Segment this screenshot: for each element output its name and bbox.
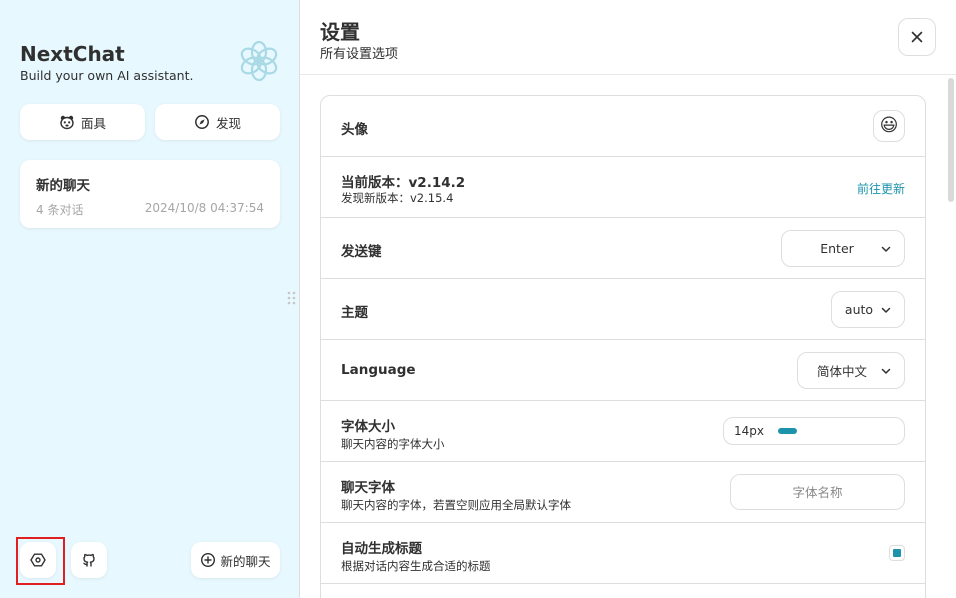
language-select[interactable]: 简体中文 xyxy=(797,352,905,389)
avatar-button[interactable]: 😃 xyxy=(873,110,905,142)
auto-title-sub: 根据对话内容生成合适的标题 xyxy=(341,559,491,573)
chevron-down-icon xyxy=(880,365,892,377)
close-button[interactable] xyxy=(898,18,936,56)
language-label: Language xyxy=(341,362,416,378)
new-chat-button-label: 新的聊天 xyxy=(220,553,271,569)
app-subtitle: Build your own AI assistant. xyxy=(20,68,194,83)
version-label: 当前版本：v2.14.2 xyxy=(341,175,466,191)
setting-row-font-family: 聊天字体 聊天内容的字体，若置空则应用全局默认字体 xyxy=(321,462,925,523)
avatar-emoji: 😃 xyxy=(879,115,899,136)
font-family-input[interactable] xyxy=(730,474,905,510)
theme-value: auto xyxy=(844,302,874,317)
setting-row-theme: 主题 auto xyxy=(321,279,925,340)
setting-row-auto-title: 自动生成标题 根据对话内容生成合适的标题 xyxy=(321,523,925,584)
settings-button[interactable] xyxy=(20,542,56,578)
theme-select[interactable]: auto xyxy=(831,291,905,328)
font-family-label: 聊天字体 xyxy=(341,480,395,496)
settings-icon xyxy=(30,552,46,568)
settings-panel: 设置 所有设置选项 头像 😃 当前版本：v2.14.2 发现新版本：v2.15.… xyxy=(300,0,956,598)
font-size-slider[interactable]: 14px xyxy=(723,417,905,445)
mask-icon xyxy=(59,114,75,130)
chat-item-date: 2024/10/8 04:37:54 xyxy=(144,201,264,215)
auto-title-checkbox[interactable] xyxy=(889,545,905,561)
settings-list: 头像 😃 当前版本：v2.14.2 发现新版本：v2.15.4 前往更新 发送键… xyxy=(320,95,926,598)
checkbox-checked-mark xyxy=(893,549,901,557)
setting-row-font-size: 字体大小 聊天内容的字体大小 14px xyxy=(321,401,925,462)
page-subtitle: 所有设置选项 xyxy=(320,47,399,62)
chat-list-item[interactable]: 新的聊天 4 条对话 2024/10/8 04:37:54 xyxy=(20,160,280,228)
discover-icon xyxy=(194,114,210,130)
setting-row-version: 当前版本：v2.14.2 发现新版本：v2.15.4 前往更新 xyxy=(321,157,925,218)
new-chat-button[interactable]: 新的聊天 xyxy=(191,542,280,578)
close-icon xyxy=(909,29,925,45)
scrollbar[interactable] xyxy=(948,78,954,202)
github-icon xyxy=(81,552,97,568)
mask-button[interactable]: 面具 xyxy=(20,104,145,140)
page-title: 设置 xyxy=(320,20,360,44)
discover-button-label: 发现 xyxy=(215,115,241,131)
setting-row-language: Language 简体中文 xyxy=(321,340,925,401)
sidebar: NextChat Build your own AI assistant. 面具… xyxy=(0,0,300,598)
font-family-sub: 聊天内容的字体，若置空则应用全局默认字体 xyxy=(341,498,571,512)
mask-button-label: 面具 xyxy=(80,115,106,131)
send-key-label: 发送键 xyxy=(341,244,382,260)
chat-item-title: 新的聊天 xyxy=(36,178,90,194)
font-size-sub: 聊天内容的字体大小 xyxy=(341,437,445,451)
font-size-track[interactable] xyxy=(778,428,798,434)
github-button[interactable] xyxy=(71,542,107,578)
language-value: 简体中文 xyxy=(816,364,867,379)
avatar-label: 头像 xyxy=(341,122,368,138)
drag-handle-icon[interactable] xyxy=(286,290,298,306)
font-size-label: 字体大小 xyxy=(341,419,395,435)
send-key-value: Enter xyxy=(820,241,854,256)
chat-item-count: 4 条对话 xyxy=(36,203,84,217)
font-size-fill xyxy=(778,428,797,434)
version-sub: 发现新版本：v2.15.4 xyxy=(341,191,454,205)
settings-header: 设置 所有设置选项 xyxy=(300,0,956,75)
setting-row-send-key: 发送键 Enter xyxy=(321,218,925,279)
send-key-select[interactable]: Enter xyxy=(781,230,905,267)
openai-logo-icon xyxy=(236,38,282,84)
setting-row-avatar: 头像 😃 xyxy=(321,96,925,157)
app-title: NextChat xyxy=(20,42,125,66)
discover-button[interactable]: 发现 xyxy=(155,104,280,140)
auto-title-label: 自动生成标题 xyxy=(341,541,422,557)
chevron-down-icon xyxy=(880,304,892,316)
add-circle-icon xyxy=(200,552,216,568)
update-link[interactable]: 前往更新 xyxy=(857,180,905,197)
chevron-down-icon xyxy=(880,243,892,255)
font-size-value: 14px xyxy=(734,424,764,438)
theme-label: 主题 xyxy=(341,305,368,321)
app-window: NextChat Build your own AI assistant. 面具… xyxy=(0,0,956,598)
